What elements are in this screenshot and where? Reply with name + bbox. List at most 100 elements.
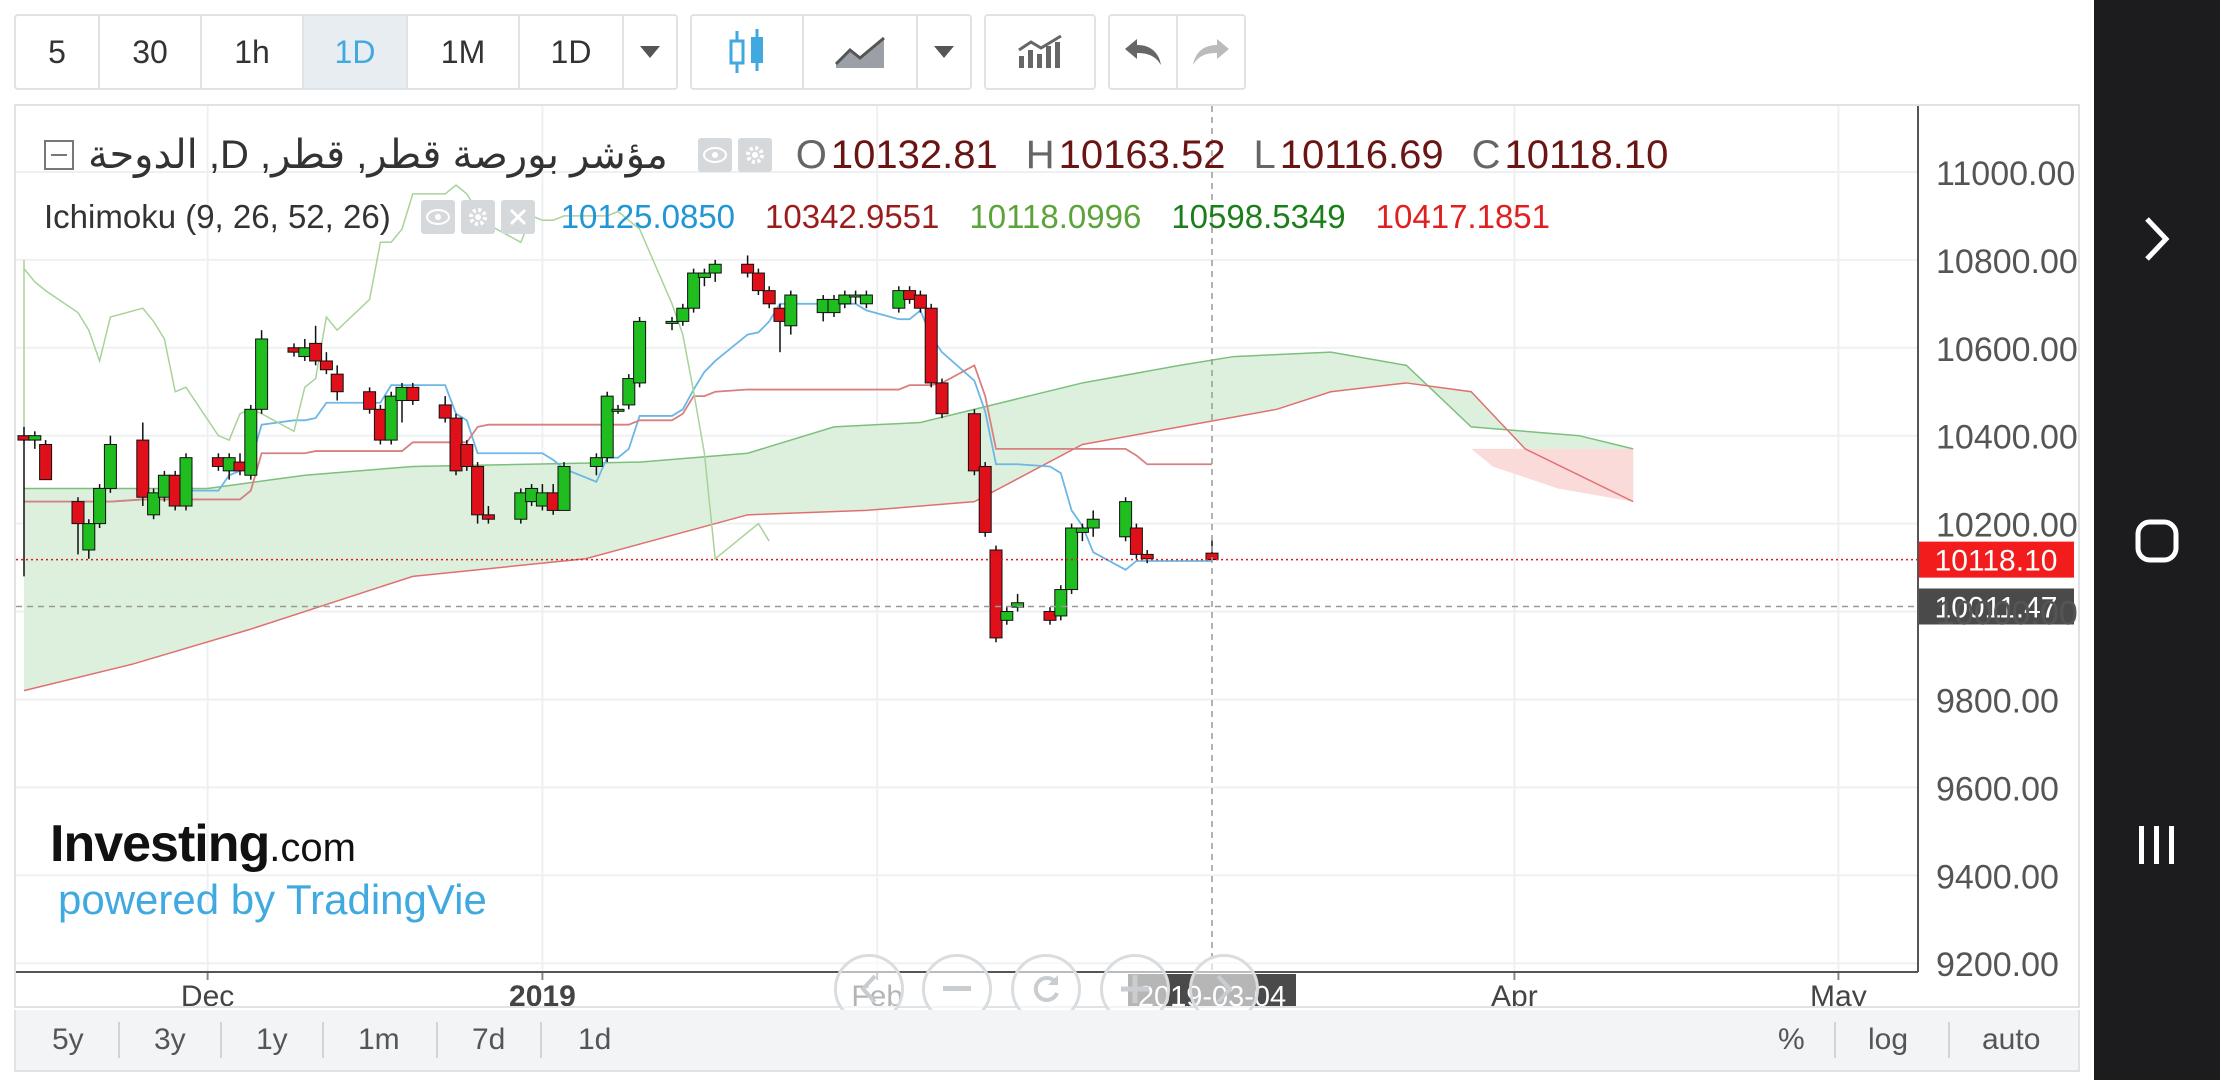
y-tick-label: 10600.00 [1936, 331, 2078, 369]
line-style-button[interactable] [804, 16, 918, 88]
candle-up [784, 294, 798, 327]
eye-icon[interactable] [420, 200, 455, 234]
y-tick-label: 10000.00 [1936, 595, 2078, 633]
candle-down [978, 465, 992, 533]
nav-home-button[interactable] [2094, 486, 2220, 596]
interval-1d-button[interactable]: 1D [304, 16, 408, 88]
gear-icon[interactable] [737, 138, 772, 172]
chevron-right-icon [2145, 217, 2170, 261]
powered-by-link[interactable]: powered by TradingVie [58, 876, 487, 924]
candlestick-icon [729, 29, 763, 73]
area-chart-icon [834, 36, 885, 68]
candle-up [222, 457, 236, 472]
percent-toggle[interactable]: % [1778, 1010, 1805, 1070]
investing-logo[interactable]: Investing.com [50, 814, 356, 874]
redo-button[interactable] [1178, 16, 1244, 88]
candle-up [244, 408, 258, 476]
interval-5-button[interactable]: 5 [16, 16, 100, 88]
candle-up [676, 307, 690, 322]
y-tick-label: 10400.00 [1936, 419, 2078, 457]
candle-up [384, 395, 398, 441]
close-label: C [1471, 132, 1501, 177]
eye-icon[interactable] [697, 138, 732, 172]
close-icon[interactable] [500, 200, 535, 234]
range-bar: 5y 3y 1y 1m 7d 1d % log auto [14, 1010, 2080, 1072]
candles-style-button[interactable] [692, 16, 804, 88]
collapse-legend-button[interactable] [44, 140, 74, 170]
candle-up [816, 298, 830, 314]
candle-down [438, 404, 452, 419]
candle-down [913, 294, 927, 309]
range-7d[interactable]: 7d [472, 1010, 505, 1070]
candle-up [589, 457, 603, 467]
y-tick-label: 9400.00 [1936, 858, 2059, 896]
separator [540, 1022, 542, 1058]
candle-up [255, 338, 269, 410]
candle-up [179, 457, 193, 507]
system-nav-bar [2094, 0, 2220, 1080]
candle-down [924, 307, 938, 384]
range-5y[interactable]: 5y [52, 1010, 84, 1070]
candle-down [287, 347, 301, 353]
candle-up [93, 487, 107, 525]
undo-button[interactable] [1110, 16, 1178, 88]
candle-down [233, 461, 247, 472]
indicators-toolbar [984, 14, 1096, 90]
separator [220, 1022, 222, 1058]
candle-up [633, 320, 647, 384]
minus-icon [943, 986, 971, 991]
candle-down [460, 443, 474, 467]
indicator-value: 10598.5349 [1171, 198, 1346, 235]
interval-dropdown-button[interactable] [624, 16, 676, 88]
candle-up [147, 492, 161, 516]
redo-icon [1193, 39, 1229, 65]
symbol-legend: مؤشر بورصة قطر, قطر, D, الدوحة O 10132.8… [44, 132, 1668, 178]
range-1y[interactable]: 1y [256, 1010, 288, 1070]
nav-forward-button[interactable] [2094, 184, 2220, 294]
y-tick-label: 10800.00 [1936, 243, 2078, 281]
chart-type-toolbar [690, 14, 972, 90]
candle-down [211, 457, 225, 467]
candle-down [71, 501, 85, 525]
candle-up [838, 294, 852, 305]
interval-1d-alt-button[interactable]: 1D [520, 16, 624, 88]
candle-down [935, 382, 949, 415]
candle-up [1086, 518, 1100, 529]
range-1m[interactable]: 1m [358, 1010, 400, 1070]
candle-up [1065, 527, 1079, 591]
candle-up [849, 294, 863, 298]
chart-style-dropdown[interactable] [918, 16, 970, 88]
candle-up [1054, 589, 1068, 617]
indicators-button[interactable] [986, 16, 1094, 88]
candle-up [600, 395, 614, 459]
chevron-left-icon [860, 974, 877, 1004]
range-3y[interactable]: 3y [154, 1010, 186, 1070]
candle-up [82, 523, 96, 551]
high-value: 10163.52 [1058, 132, 1226, 177]
auto-toggle[interactable]: auto [1982, 1010, 2040, 1070]
candle-up [535, 492, 549, 507]
candle-down [168, 474, 182, 507]
gear-icon[interactable] [460, 200, 495, 234]
chart-area[interactable]: 10118.1010011.472019-03-04 11000.0010800… [14, 104, 2080, 1024]
cloud-fill-bearish [1471, 448, 1634, 502]
log-toggle[interactable]: log [1868, 1010, 1908, 1070]
y-tick-label: 11000.00 [1936, 155, 2075, 193]
candle-down [136, 439, 150, 498]
indicator-values: 10125.0850 10342.9551 10118.0996 10598.5349… [561, 198, 1580, 236]
candle-down [17, 435, 31, 441]
candle-down [363, 391, 377, 410]
separator [1948, 1022, 1950, 1058]
recents-icon [2139, 826, 2174, 864]
separator [322, 1022, 324, 1058]
interval-1h-button[interactable]: 1h [202, 16, 304, 88]
candle-down [471, 465, 485, 516]
candle-up [1075, 527, 1089, 533]
interval-30-button[interactable]: 30 [100, 16, 202, 88]
undo-icon [1125, 39, 1161, 65]
interval-1m-button[interactable]: 1M [408, 16, 520, 88]
nav-recents-button[interactable] [2094, 790, 2220, 900]
range-1d[interactable]: 1d [578, 1010, 611, 1070]
last-price-label: 10118.10 [1935, 545, 2058, 578]
candle-up [892, 290, 906, 309]
